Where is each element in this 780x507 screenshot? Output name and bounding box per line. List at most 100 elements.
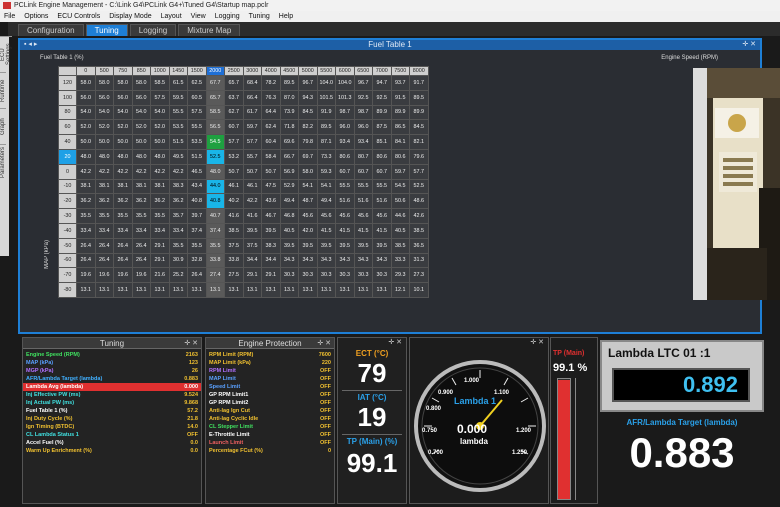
fuel-cell[interactable]: 55.5 [187,119,207,136]
fuel-cell[interactable]: 54.0 [150,104,170,121]
fuel-cell[interactable]: 13.1 [131,282,151,298]
fuel-cell[interactable]: 42.2 [76,163,96,180]
fuel-cell[interactable]: 36.2 [168,193,188,210]
fuel-cell[interactable]: 44.0 [205,178,225,195]
fuel-cell[interactable]: 35.5 [94,208,114,224]
fuel-cell[interactable]: 37.5 [224,237,244,254]
parameter-row[interactable]: E-Throttle Limit OFF [206,431,334,439]
menu-options[interactable]: Options [24,11,48,22]
rpm-column-header[interactable]: 1500 [187,66,207,76]
rpm-column-header[interactable]: 4500 [279,66,299,76]
fuel-cell[interactable]: 89.5 [409,89,429,106]
fuel-cell[interactable]: 52.0 [131,119,151,136]
fuel-cell[interactable]: 46.1 [224,178,244,195]
menu-help[interactable]: Help [279,11,293,22]
fuel-cell[interactable]: 46.5 [187,163,207,180]
map-row-header[interactable]: -20 [58,193,77,210]
fuel-cell[interactable]: 13.1 [187,282,207,298]
fuel-cell[interactable]: 53.5 [187,134,207,150]
fuel-cell[interactable]: 86.5 [390,119,410,136]
fuel-cell[interactable]: 26.4 [76,252,96,269]
fuel-cell[interactable]: 62.4 [261,119,281,136]
fuel-cell[interactable]: 92.5 [353,89,373,106]
fuel-cell[interactable]: 76.3 [261,89,281,106]
fuel-cell[interactable]: 36.2 [76,193,96,210]
fuel-cell[interactable]: 50.6 [390,193,410,210]
fuel-cell[interactable]: 48.0 [76,148,96,165]
fuel-cell[interactable]: 37.5 [242,237,262,254]
rpm-column-header[interactable]: 3000 [242,66,262,76]
fuel-cell[interactable]: 58.0 [113,75,133,91]
fuel-cell[interactable]: 80.6 [335,148,355,165]
fuel-cell[interactable]: 54.5 [205,134,225,150]
fuel-cell[interactable]: 84.1 [390,134,410,150]
fuel-cell[interactable]: 35.5 [205,237,225,254]
fuel-cell[interactable]: 50.0 [76,134,96,150]
fuel-cell[interactable]: 54.5 [390,178,410,195]
fuel-cell[interactable]: 34.4 [242,252,262,269]
fuel-cell[interactable]: 50.7 [242,163,262,180]
fuel-cell[interactable]: 85.1 [372,134,392,150]
fuel-cell[interactable]: 41.5 [316,222,336,239]
fuel-cell[interactable]: 58.0 [131,75,151,91]
fuel-cell[interactable]: 73.3 [316,148,336,165]
fuel-cell[interactable]: 57.5 [150,89,170,106]
fuel-cell[interactable]: 37.4 [205,222,225,239]
fuel-cell[interactable]: 50.0 [94,134,114,150]
fuel-table-grid[interactable]: 0 500 750 850 1000 1450 1500 2000 2500 3000 4000 45… [58,66,429,298]
fuel-cell[interactable]: 52.0 [113,119,133,136]
fuel-cell[interactable]: 13.1 [76,282,96,298]
fuel-cell[interactable]: 42.2 [94,163,114,180]
fuel-cell[interactable]: 13.1 [353,282,373,298]
fuel-cell[interactable]: 10.1 [409,282,429,298]
fuel-cell[interactable]: 54.1 [298,178,318,195]
fuel-cell[interactable]: 40.5 [390,222,410,239]
fuel-cell[interactable]: 25.2 [168,267,188,284]
menu-tuning[interactable]: Tuning [249,11,270,22]
tab-logging[interactable]: Logging [129,24,177,36]
fuel-cell[interactable]: 26.4 [94,237,114,254]
fuel-cell[interactable]: 62.5 [187,75,207,91]
map-row-header[interactable]: -70 [58,267,77,284]
parameter-row[interactable]: Ign Timing (BTDC) 14.0 [23,423,201,431]
fuel-cell[interactable]: 55.5 [372,178,392,195]
rpm-column-header[interactable]: 5000 [298,66,318,76]
map-row-header[interactable]: -50 [58,237,77,254]
fuel-cell[interactable]: 13.1 [113,282,133,298]
fuel-cell[interactable]: 13.1 [224,282,244,298]
parameter-row[interactable]: Accel Fuel (%) 0.0 [23,439,201,447]
fuel-cell[interactable]: 98.7 [353,104,373,121]
fuel-cell[interactable]: 37.4 [187,222,207,239]
fuel-cell[interactable]: 59.3 [316,163,336,180]
fuel-cell[interactable]: 94.7 [372,75,392,91]
fuel-cell[interactable]: 48.6 [409,193,429,210]
fuel-cell[interactable]: 91.7 [409,75,429,91]
fuel-cell[interactable]: 56.5 [205,119,225,136]
fuel-cell[interactable]: 67.7 [205,75,225,91]
fuel-cell[interactable]: 66.4 [242,89,262,106]
fuel-cell[interactable]: 89.5 [279,75,299,91]
fuel-cell[interactable]: 38.5 [390,237,410,254]
map-row-header[interactable]: -80 [58,282,77,298]
fuel-cell[interactable]: 91.9 [316,104,336,121]
fuel-cell[interactable]: 54.0 [94,104,114,121]
parameter-row[interactable]: Inj Duty Cycle (%) 21.8 [23,415,201,423]
window-controls-left-icon[interactable]: ▪ ◂ ▸ [24,40,37,50]
fuel-cell[interactable]: 64.4 [261,104,281,121]
rpm-column-header[interactable]: 2500 [224,66,244,76]
fuel-cell[interactable]: 62.7 [224,104,244,121]
fuel-cell[interactable]: 71.8 [279,119,299,136]
map-row-header[interactable]: 60 [58,119,77,136]
fuel-cell[interactable]: 79.8 [298,134,318,150]
fuel-cell[interactable]: 35.7 [168,208,188,224]
fuel-cell[interactable]: 51.6 [335,193,355,210]
fuel-cell[interactable]: 13.1 [261,282,281,298]
fuel-cell[interactable]: 29.1 [150,237,170,254]
menu-view[interactable]: View [191,11,206,22]
fuel-cell[interactable]: 40.8 [205,193,225,210]
fuel-cell[interactable]: 13.1 [372,282,392,298]
fuel-cell[interactable]: 60.7 [353,163,373,180]
fuel-cell[interactable]: 39.5 [335,237,355,254]
fuel-cell[interactable]: 59.7 [242,119,262,136]
map-row-header[interactable]: 80 [58,104,77,121]
